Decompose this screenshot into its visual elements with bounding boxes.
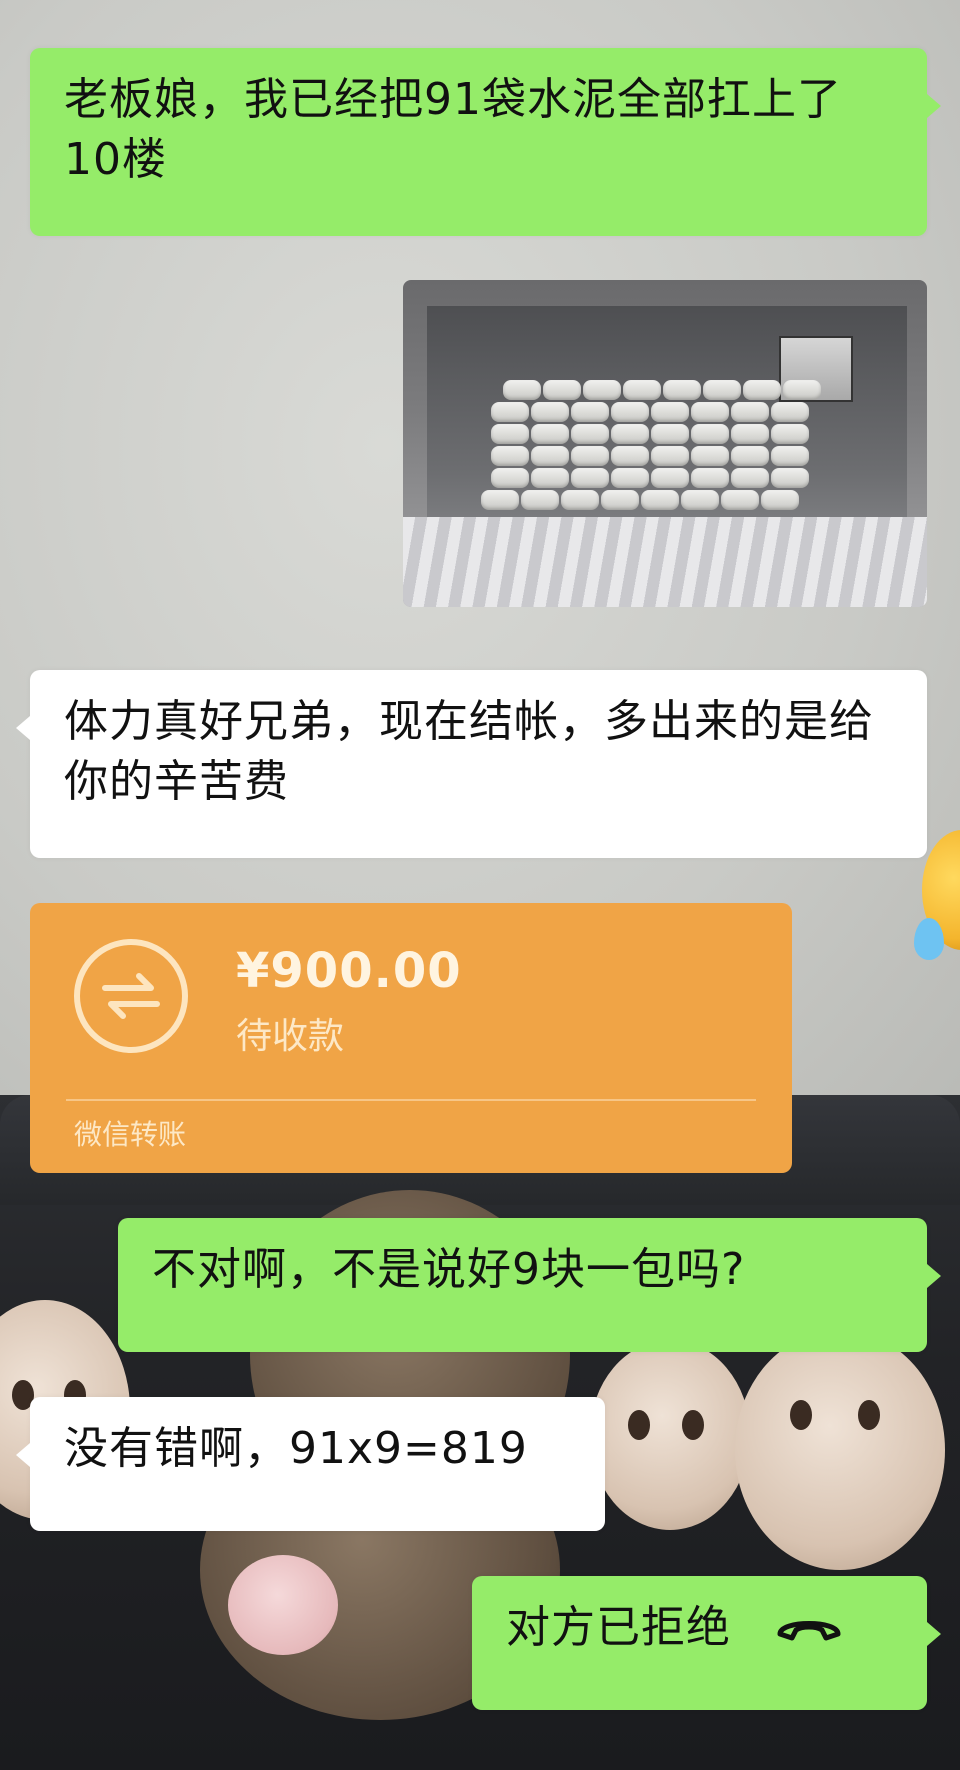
- sent-message-bubble[interactable]: 老板娘，我已经把91袋水泥全部扛上了10楼: [30, 48, 941, 236]
- message-text: 不对啊，不是说好9块一包吗?: [152, 1244, 746, 1295]
- transfer-card[interactable]: ¥900.00 待收款 微信转账: [30, 903, 792, 1173]
- call-status-bubble[interactable]: 对方已拒绝: [472, 1576, 941, 1710]
- received-message-bubble[interactable]: 体力真好兄弟，现在结帐，多出来的是给你的辛苦费: [16, 670, 927, 858]
- emoji-tear: [914, 918, 944, 960]
- received-message-bubble[interactable]: 没有错啊，91x9=819: [16, 1397, 605, 1531]
- call-status-text: 对方已拒绝: [506, 1602, 731, 1653]
- message-text: 体力真好兄弟，现在结帐，多出来的是给你的辛苦费: [64, 696, 874, 807]
- bubble-tail: [927, 1264, 941, 1288]
- message-text: 没有错啊，91x9=819: [64, 1423, 528, 1474]
- bubble-tail: [16, 716, 30, 740]
- transfer-status: 待收款: [236, 1016, 345, 1057]
- sent-image-message[interactable]: [403, 280, 927, 607]
- transfer-amount: ¥900.00: [236, 943, 462, 999]
- bubble-tail: [927, 94, 941, 118]
- sent-message-bubble[interactable]: 不对啊，不是说好9块一包吗?: [118, 1218, 941, 1352]
- bubble-tail: [16, 1443, 30, 1467]
- sack-row: [491, 468, 811, 488]
- sack-row: [481, 490, 801, 510]
- chat-thread: 老板娘，我已经把91袋水泥全部扛上了10楼 体力真好兄弟，现在结帐，多出来的是给…: [0, 0, 960, 1770]
- sack-row: [491, 402, 811, 422]
- message-text: 老板娘，我已经把91袋水泥全部扛上了10楼: [64, 74, 842, 185]
- transfer-footer-label: 微信转账: [74, 1118, 187, 1151]
- sack-row: [491, 424, 811, 444]
- bubble-tail: [927, 1622, 941, 1646]
- hang-up-icon: [774, 1600, 844, 1660]
- transfer-arrows-icon: [74, 939, 188, 1053]
- photo-floor: [403, 517, 927, 607]
- sack-row: [491, 446, 811, 466]
- sack-row: [503, 380, 823, 400]
- divider: [66, 1099, 756, 1101]
